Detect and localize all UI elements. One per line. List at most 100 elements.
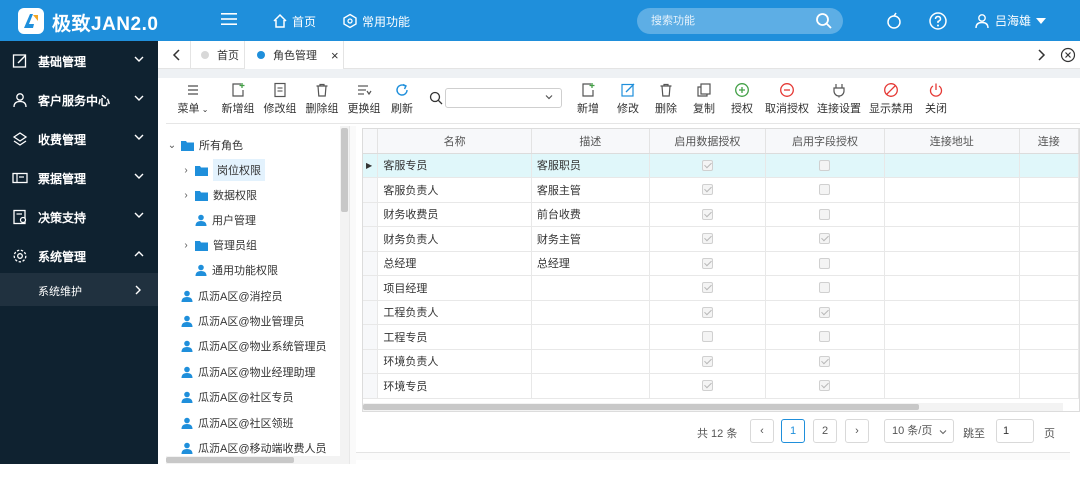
checkbox[interactable] (701, 184, 713, 196)
scrollbar-thumb[interactable] (166, 457, 294, 463)
sidebar-item-basic[interactable]: 基础管理 (0, 41, 158, 80)
checkbox[interactable] (819, 159, 831, 171)
jump-page-input[interactable]: 1 (996, 419, 1034, 443)
scrollbar-thumb[interactable] (363, 404, 919, 410)
theme-icon[interactable] (884, 11, 904, 31)
change-group-button[interactable]: 更换组 (346, 82, 382, 120)
close-tab-icon[interactable]: × (331, 48, 339, 63)
checkbox[interactable] (819, 257, 831, 269)
table-row[interactable]: 财务负责人 财务主管 (363, 226, 1079, 252)
checkbox[interactable] (819, 233, 831, 245)
sidebar-item-customer[interactable]: 客户服务中心 (0, 80, 158, 119)
tab-scroll-right-icon[interactable] (1034, 47, 1048, 63)
sidebar-item-tickets[interactable]: 票据管理 (0, 158, 158, 197)
checkbox[interactable] (819, 331, 831, 343)
tree-group-node[interactable]: › 岗位权限 (180, 159, 265, 181)
refresh-button[interactable]: 刷新 (388, 82, 416, 120)
tree-horizontal-scrollbar[interactable] (166, 456, 340, 464)
tree-group-node[interactable]: › 数据权限 (180, 184, 257, 206)
nav-home[interactable]: 首页 (272, 12, 316, 30)
column-header[interactable]: 描述 (531, 129, 650, 154)
page-size-select[interactable]: 10 条/页 (884, 419, 954, 443)
checkbox[interactable] (819, 355, 831, 367)
page-button-current[interactable]: 1 (781, 419, 805, 443)
grid-horizontal-scrollbar[interactable] (363, 403, 1063, 411)
tree-leaf-node[interactable]: 用户管理 (180, 209, 256, 231)
connect-settings-button[interactable]: 连接设置 (816, 82, 862, 120)
delete-group-button[interactable]: 删除组 (304, 82, 340, 120)
tab-home[interactable]: 首页 (190, 41, 244, 69)
delete-button[interactable]: 删除 (652, 82, 680, 120)
column-header[interactable]: 启用字段授权 (765, 129, 886, 154)
checkbox[interactable] (701, 159, 713, 171)
checkbox[interactable] (819, 184, 831, 196)
tree-group-node[interactable]: › 管理员组 (180, 234, 257, 256)
checkbox[interactable] (701, 282, 713, 294)
checkbox[interactable] (819, 208, 831, 220)
tree-user-node[interactable]: 瓜沥A区@社区领班 (166, 412, 294, 434)
column-header[interactable]: 连接地址 (884, 129, 1020, 154)
tree-user-node[interactable]: 瓜沥A区@消控员 (166, 285, 283, 307)
checkbox[interactable] (701, 257, 713, 269)
tree-leaf-node[interactable]: 通用功能权限 (180, 259, 278, 281)
table-row[interactable]: 客服负责人 客服主管 (363, 177, 1079, 203)
user-menu[interactable]: 吕海雄 (974, 12, 1047, 29)
nav-common-functions[interactable]: 常用功能 (342, 12, 410, 30)
sidebar-subitem-system-maintenance[interactable]: 系统维护 (0, 273, 158, 306)
table-row[interactable]: 环境负责人 (363, 349, 1079, 374)
tab-scroll-left-icon[interactable] (170, 47, 184, 63)
chevron-right-icon[interactable]: › (180, 240, 192, 251)
chevron-right-icon[interactable]: › (180, 190, 192, 201)
checkbox[interactable] (701, 355, 713, 367)
table-row[interactable]: ▶ 客服专员 客服职员 (363, 153, 1079, 178)
sidebar-item-decision[interactable]: 决策支持 (0, 197, 158, 236)
help-icon[interactable] (928, 11, 948, 31)
checkbox[interactable] (701, 208, 713, 220)
prev-page-button[interactable]: ‹ (750, 419, 774, 443)
menu-button[interactable]: 菜单 ⌄ (176, 82, 210, 120)
panel-splitter[interactable] (349, 126, 356, 464)
edit-group-button[interactable]: 修改组 (262, 82, 298, 120)
show-disabled-button[interactable]: 显示禁用 (868, 82, 914, 120)
checkbox[interactable] (701, 233, 713, 245)
checkbox[interactable] (701, 331, 713, 343)
copy-button[interactable]: 复制 (690, 82, 718, 120)
tree-user-node[interactable]: 瓜沥A区@物业系统管理员 (166, 335, 327, 357)
page-button[interactable]: 2 (813, 419, 837, 443)
sidebar-item-system[interactable]: 系统管理 (0, 236, 158, 275)
cancel-authorize-button[interactable]: 取消授权 (764, 82, 810, 120)
scrollbar-thumb[interactable] (341, 128, 348, 212)
column-header[interactable]: 连接 (1019, 129, 1079, 154)
tree-user-node[interactable]: 瓜沥A区@社区专员 (166, 386, 294, 408)
hamburger-menu-icon[interactable] (220, 11, 238, 30)
tree-root[interactable]: ⌄ 所有角色 (166, 134, 243, 156)
table-row[interactable]: 总经理 总经理 (363, 251, 1079, 276)
next-page-button[interactable]: › (845, 419, 869, 443)
column-header[interactable]: 名称 (377, 129, 532, 154)
table-row[interactable]: 项目经理 (363, 275, 1079, 301)
tree-vertical-scrollbar[interactable] (340, 126, 349, 464)
tree-user-node[interactable]: 瓜沥A区@物业管理员 (166, 310, 305, 332)
checkbox[interactable] (701, 306, 713, 318)
close-all-tabs-icon[interactable] (1060, 47, 1076, 63)
checkbox[interactable] (819, 306, 831, 318)
search-input[interactable] (651, 13, 811, 29)
tab-role-management[interactable]: 角色管理 × (244, 41, 344, 69)
column-header[interactable]: 启用数据授权 (649, 129, 766, 154)
edit-button[interactable]: 修改 (614, 82, 642, 120)
checkbox[interactable] (819, 282, 831, 294)
checkbox[interactable] (819, 380, 831, 392)
filter-combobox[interactable] (445, 88, 562, 108)
table-row[interactable]: 环境专员 (363, 373, 1079, 399)
table-row[interactable]: 工程专员 (363, 324, 1079, 350)
checkbox[interactable] (701, 380, 713, 392)
table-row[interactable]: 财务收费员 前台收费 (363, 202, 1079, 227)
tree-user-node[interactable]: 瓜沥A区@物业经理助理 (166, 361, 316, 383)
add-group-button[interactable]: 新增组 (220, 82, 256, 120)
close-button[interactable]: 关闭 (922, 82, 950, 120)
chevron-down-icon[interactable]: ⌄ (166, 140, 178, 151)
add-button[interactable]: 新增 (574, 82, 602, 120)
search-icon[interactable] (815, 12, 833, 30)
authorize-button[interactable]: 授权 (728, 82, 756, 120)
sidebar-item-fees[interactable]: 收费管理 (0, 119, 158, 158)
